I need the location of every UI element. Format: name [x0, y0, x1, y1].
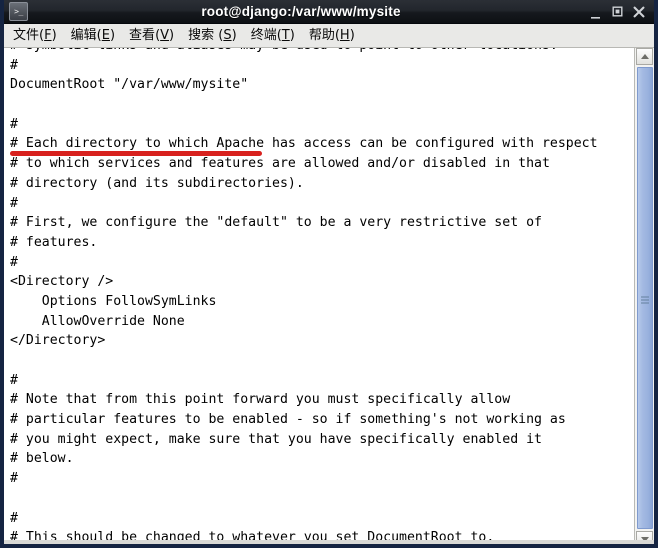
terminal-icon: >_ — [9, 2, 28, 21]
terminal-line: # — [10, 195, 18, 211]
scrollbar-thumb[interactable] — [637, 67, 653, 529]
terminal-text-lines: # symbolic links and aliases may be used… — [10, 48, 630, 546]
window-titlebar[interactable]: >_ root@django:/var/www/mysite — [4, 0, 654, 24]
window-title: root@django:/var/www/mysite — [201, 4, 401, 19]
terminal-line: # below. — [10, 451, 74, 467]
menu-help-accel: H — [339, 27, 350, 43]
terminal-line: # — [10, 116, 18, 132]
terminal-line: # — [10, 57, 18, 73]
terminal-line: # — [10, 372, 18, 388]
terminal-line: # — [10, 254, 18, 270]
vertical-scrollbar[interactable] — [634, 48, 654, 544]
terminal-line: Options FollowSymLinks — [10, 293, 217, 309]
menu-item-search[interactable]: 搜索 (S) — [181, 26, 244, 46]
menu-file-accel: F — [44, 27, 52, 43]
menu-item-terminal[interactable]: 终端(T) — [244, 26, 302, 46]
menu-edit-accel: E — [101, 27, 110, 43]
terminal-line: # — [10, 510, 18, 526]
terminal-line: # to which services and features are all… — [10, 156, 550, 172]
menu-terminal-accel: T — [281, 27, 290, 43]
terminal-line: # you might expect, make sure that you h… — [10, 431, 542, 447]
terminal-line: <Directory /> — [10, 274, 114, 290]
menu-view-label: 查看 — [129, 27, 156, 43]
terminal-line: # Note that from this point forward you … — [10, 392, 511, 408]
terminal-line: # First, we configure the "default" to b… — [10, 215, 542, 231]
terminal-line: # symbolic links and aliases may be used… — [10, 48, 630, 56]
terminal-icon-glyph: >_ — [14, 6, 23, 16]
terminal-line: DocumentRoot "/var/www/mysite" — [10, 77, 249, 93]
menu-file-label: 文件 — [13, 27, 40, 43]
scrollbar-grip-icon — [641, 295, 649, 304]
terminal-window: >_ root@django:/var/www/mysite 文件(F) 编辑(… — [0, 0, 658, 548]
menu-terminal-label: 终端 — [250, 27, 277, 43]
close-button[interactable] — [628, 2, 650, 22]
menu-help-label: 帮助 — [308, 27, 335, 43]
menu-search-accel: S — [223, 27, 232, 43]
minimize-button[interactable] — [584, 0, 606, 24]
menu-search-label: 搜索 — [188, 27, 219, 43]
terminal-line: # features. — [10, 234, 98, 250]
scroll-up-arrow-icon[interactable] — [636, 48, 653, 65]
underline-documentroot — [10, 151, 262, 156]
terminal-line: AllowOverride None — [10, 313, 185, 329]
menu-item-edit[interactable]: 编辑(E) — [64, 26, 122, 46]
menu-item-file[interactable]: 文件(F) — [6, 26, 64, 46]
menu-item-help[interactable]: 帮助(H) — [302, 26, 362, 46]
terminal-line: # This should be changed to whatever you… — [10, 530, 495, 546]
terminal-line: # — [10, 471, 18, 487]
terminal-text-area[interactable]: # symbolic links and aliases may be used… — [4, 48, 654, 546]
window-bottom-edge — [4, 540, 654, 544]
terminal-line: # directory (and its subdirectories). — [10, 175, 304, 191]
maximize-button[interactable] — [606, 2, 628, 22]
terminal-line: # particular features to be enabled - so… — [10, 412, 566, 428]
terminal-line: </Directory> — [10, 333, 106, 349]
menu-item-view[interactable]: 查看(V) — [122, 26, 181, 46]
menu-edit-label: 编辑 — [70, 27, 97, 43]
menubar: 文件(F) 编辑(E) 查看(V) 搜索 (S) 终端(T) 帮助(H) — [4, 24, 654, 48]
up-arrow-glyph — [640, 54, 649, 59]
menu-view-accel: V — [160, 27, 170, 43]
